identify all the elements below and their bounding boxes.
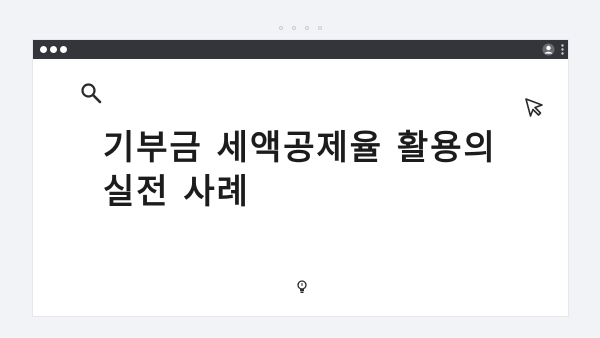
pager-dot[interactable] [291,26,296,30]
close-dot-icon[interactable] [40,46,47,53]
user-icon[interactable] [542,43,555,56]
pager-dot[interactable] [304,26,309,30]
slide-pager [0,26,600,30]
search-icon [81,83,102,104]
cursor-arrow-icon [525,98,543,117]
slide-canvas: 기부금 세액공제율 활용의 실전 사례 [0,0,600,338]
page-title: 기부금 세액공제율 활용의 실전 사례 [103,128,497,212]
pager-dot[interactable] [317,26,322,30]
window-controls [40,46,67,53]
maximize-dot-icon[interactable] [60,46,67,53]
kebab-menu-icon[interactable] [561,44,564,55]
minimize-dot-icon[interactable] [50,46,57,53]
pager-dot[interactable] [278,26,283,30]
window-titlebar [33,40,568,59]
lightbulb-icon [297,280,307,293]
browser-window: 기부금 세액공제율 활용의 실전 사례 [33,40,568,316]
